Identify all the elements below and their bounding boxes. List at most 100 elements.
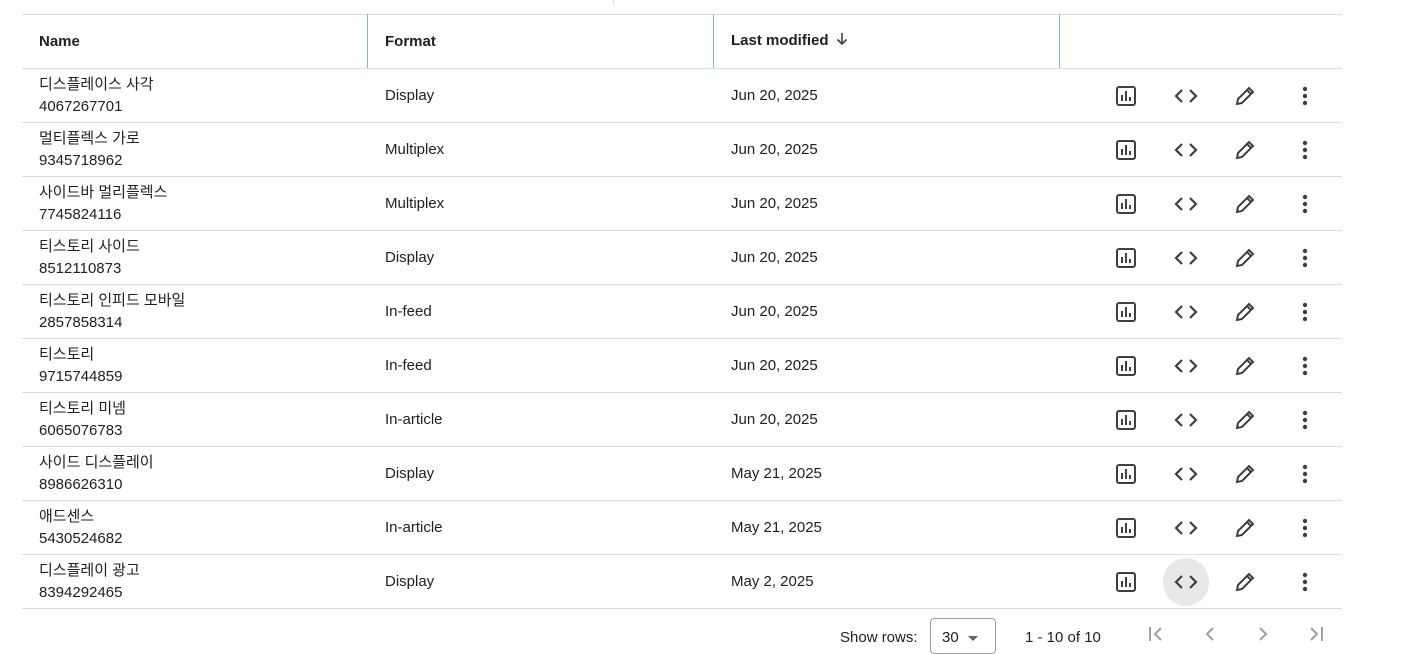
report-button[interactable] (1103, 126, 1149, 174)
rows-per-page-value: 30 (942, 629, 959, 646)
row-actions (1077, 396, 1342, 444)
table-row[interactable]: 멀티플렉스 가로 9345718962 Multiplex Jun 20, 2025 (22, 122, 1342, 177)
table-row[interactable]: 티스토리 9715744859 In-feed Jun 20, 2025 (22, 338, 1342, 393)
row-actions (1077, 288, 1342, 336)
report-button[interactable] (1103, 558, 1149, 606)
next-page-icon[interactable] (1253, 624, 1273, 649)
ad-unit-name[interactable]: 사이드바 멀리플렉스 (39, 182, 368, 204)
column-header-format[interactable]: Format (368, 14, 714, 69)
sort-arrow-down-icon[interactable] (835, 32, 849, 50)
report-button[interactable] (1103, 180, 1149, 228)
last-modified-date: Jun 20, 2025 (731, 249, 818, 266)
edit-pencil-icon (1234, 247, 1256, 269)
last-page-icon[interactable] (1306, 624, 1326, 649)
edit-button[interactable] (1223, 504, 1269, 552)
ad-format: In-article (385, 411, 443, 428)
more-options-button[interactable] (1282, 180, 1328, 228)
embed-code-button[interactable] (1163, 234, 1209, 282)
last-modified-date: Jun 20, 2025 (731, 411, 818, 428)
report-button[interactable] (1103, 234, 1149, 282)
ad-unit-name[interactable]: 티스토리 미넴 (39, 398, 368, 420)
edit-button[interactable] (1223, 288, 1269, 336)
table-row[interactable]: 티스토리 인피드 모바일 2857858314 In-feed Jun 20, 202… (22, 284, 1342, 339)
report-button[interactable] (1103, 450, 1149, 498)
edit-button[interactable] (1223, 342, 1269, 390)
rows-per-page-select[interactable]: 30 (930, 618, 996, 654)
report-icon (1115, 571, 1137, 593)
more-vert-icon (1302, 86, 1308, 106)
more-vert-icon (1302, 518, 1308, 538)
table-row[interactable]: 티스토리 미넴 6065076783 In-article Jun 20, 2025 (22, 392, 1342, 447)
table-row[interactable]: 티스토리 사이드 8512110873 Display Jun 20, 2025 (22, 230, 1342, 285)
edit-pencil-icon (1234, 409, 1256, 431)
report-button[interactable] (1103, 72, 1149, 120)
ad-unit-id: 9715744859 (39, 367, 123, 385)
table-row[interactable]: 사이드 디스플레이 8986626310 Display May 21, 2025 (22, 446, 1342, 501)
report-button[interactable] (1103, 396, 1149, 444)
cell-name: 티스토리 9715744859 (22, 338, 368, 393)
more-options-button[interactable] (1282, 288, 1328, 336)
row-actions (1077, 126, 1342, 174)
code-icon (1174, 138, 1198, 162)
last-modified-date: Jun 20, 2025 (731, 357, 818, 374)
table-row[interactable]: 디스플레이스 사각 4067267701 Display Jun 20, 2025 (22, 68, 1342, 123)
column-header-last-modified-label: Last modified (731, 31, 829, 49)
edit-button[interactable] (1223, 72, 1269, 120)
more-options-button[interactable] (1282, 126, 1328, 174)
edit-button[interactable] (1223, 450, 1269, 498)
embed-code-button[interactable] (1163, 72, 1209, 120)
report-button[interactable] (1103, 504, 1149, 552)
report-button[interactable] (1103, 342, 1149, 390)
embed-code-button[interactable] (1163, 396, 1209, 444)
cell-actions (1060, 446, 1342, 501)
more-options-button[interactable] (1282, 558, 1328, 606)
edit-pencil-icon (1234, 139, 1256, 161)
embed-code-button[interactable] (1163, 126, 1209, 174)
embed-code-button[interactable] (1163, 288, 1209, 336)
edit-button[interactable] (1223, 558, 1269, 606)
cell-format: Display (368, 446, 714, 501)
cell-last-modified: Jun 20, 2025 (714, 230, 1060, 285)
table-header-row: Name Format Last modified (22, 14, 1342, 69)
embed-code-button[interactable] (1163, 180, 1209, 228)
ad-unit-name[interactable]: 디스플레이 광고 (39, 560, 368, 582)
more-options-button[interactable] (1282, 504, 1328, 552)
report-icon (1115, 193, 1137, 215)
edit-button[interactable] (1223, 234, 1269, 282)
cell-name: 사이드 디스플레이 8986626310 (22, 446, 368, 501)
table-row[interactable]: 사이드바 멀리플렉스 7745824116 Multiplex Jun 20, 202… (22, 176, 1342, 231)
edit-button[interactable] (1223, 396, 1269, 444)
more-options-button[interactable] (1282, 342, 1328, 390)
more-options-button[interactable] (1282, 234, 1328, 282)
code-icon (1174, 570, 1198, 594)
embed-code-button[interactable] (1163, 450, 1209, 498)
column-header-last-modified[interactable]: Last modified (714, 14, 1060, 69)
more-options-button[interactable] (1282, 72, 1328, 120)
ad-unit-name[interactable]: 멀티플렉스 가로 (39, 128, 368, 150)
first-page-icon[interactable] (1146, 624, 1166, 649)
ad-unit-name[interactable]: 티스토리 (39, 344, 368, 366)
embed-code-button[interactable] (1162, 557, 1209, 606)
edit-button[interactable] (1223, 180, 1269, 228)
ad-unit-name[interactable]: 티스토리 사이드 (39, 236, 368, 258)
embed-code-button[interactable] (1163, 342, 1209, 390)
ad-unit-name[interactable]: 애드센스 (39, 506, 368, 528)
embed-code-button[interactable] (1163, 504, 1209, 552)
column-header-name[interactable]: Name (22, 14, 368, 69)
table-row[interactable]: 디스플레이 광고 8394292465 Display May 2, 2025 (22, 554, 1342, 609)
edit-button[interactable] (1223, 126, 1269, 174)
cell-last-modified: May 21, 2025 (714, 446, 1060, 501)
more-options-button[interactable] (1282, 450, 1328, 498)
previous-page-icon[interactable] (1200, 624, 1220, 649)
ad-unit-id: 4067267701 (39, 97, 123, 115)
ad-unit-name[interactable]: 사이드 디스플레이 (39, 452, 368, 474)
last-modified-date: Jun 20, 2025 (731, 195, 818, 212)
ad-unit-name[interactable]: 디스플레이스 사각 (39, 74, 368, 96)
report-button[interactable] (1103, 288, 1149, 336)
ad-unit-name[interactable]: 티스토리 인피드 모바일 (39, 290, 368, 312)
report-icon (1115, 247, 1137, 269)
more-options-button[interactable] (1282, 396, 1328, 444)
edit-pencil-icon (1234, 193, 1256, 215)
dropdown-caret-icon (968, 636, 978, 641)
table-row[interactable]: 애드센스 5430524682 In-article May 21, 2025 (22, 500, 1342, 555)
